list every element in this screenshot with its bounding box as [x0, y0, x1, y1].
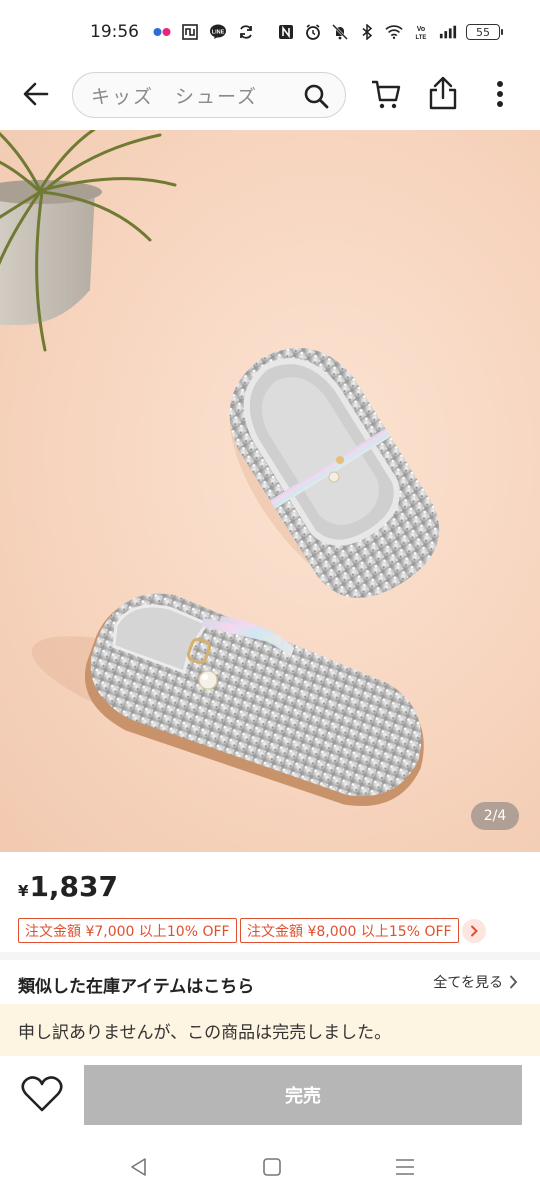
status-right-icons: Vo LTE 55 — [277, 23, 503, 41]
top-bar: キッズ シューズ — [0, 64, 540, 130]
cart-icon[interactable] — [370, 78, 402, 110]
signal-icon — [439, 23, 457, 41]
flickr-icon — [153, 23, 171, 41]
search-icon[interactable] — [303, 83, 329, 109]
bottom-action-bar: 完売 — [0, 1056, 540, 1136]
price-value: 1,837 — [29, 870, 119, 903]
media-icon — [181, 23, 199, 41]
price-currency: ¥ — [18, 882, 29, 900]
share-icon[interactable] — [427, 76, 459, 110]
chevron-right-icon — [510, 975, 518, 989]
search-query: キッズ シューズ — [91, 85, 259, 108]
nav-recent-icon[interactable] — [394, 1157, 416, 1177]
see-all-link[interactable]: 全てを見る — [433, 972, 518, 992]
similar-items-title: 類似した在庫アイテムはこちら — [18, 977, 255, 997]
nav-home-icon[interactable] — [262, 1157, 282, 1177]
image-counter: 2/4 — [471, 802, 519, 830]
product-image[interactable]: 2/4 — [0, 130, 540, 852]
coupon-more-button[interactable] — [462, 919, 486, 943]
back-arrow-icon — [23, 82, 49, 106]
nav-back-icon[interactable] — [128, 1156, 150, 1178]
product-photo — [0, 130, 440, 807]
search-input[interactable]: キッズ シューズ — [72, 72, 346, 118]
section-divider — [0, 952, 540, 960]
price: ¥ 1,837 — [18, 870, 118, 903]
more-dot-icon — [497, 101, 503, 107]
coupon-badge-2[interactable]: 注文金額 ¥8,000 以上15% OFF — [240, 918, 459, 943]
similar-items-row[interactable]: 類似した在庫アイテムはこちら 全てを見る — [0, 960, 540, 1004]
sync-icon — [237, 23, 255, 41]
soldout-button[interactable]: 完売 — [84, 1065, 522, 1125]
status-time: 19:56 — [90, 22, 139, 42]
status-bar: 19:56 LINE Vo LTE 55 — [0, 0, 540, 64]
nfc-icon — [277, 23, 295, 41]
mute-icon — [331, 23, 349, 41]
alarm-icon — [304, 23, 322, 41]
soldout-notice: 申し訳ありませんが、この商品は完売しました。 — [0, 1004, 540, 1056]
battery-icon: 55 — [466, 24, 503, 40]
see-all-label: 全てを見る — [433, 975, 503, 991]
back-button[interactable] — [18, 76, 54, 112]
status-left-icons: LINE — [153, 23, 255, 41]
system-nav-bar — [0, 1136, 540, 1200]
svg-text:LINE: LINE — [212, 30, 225, 36]
volte-icon: Vo LTE — [412, 23, 430, 41]
more-dot-icon — [497, 91, 503, 97]
more-options-button[interactable] — [490, 78, 510, 110]
line-icon: LINE — [209, 23, 227, 41]
more-dot-icon — [497, 81, 503, 87]
wishlist-heart-icon[interactable] — [20, 1074, 64, 1114]
wifi-icon — [385, 23, 403, 41]
svg-text:Vo: Vo — [417, 26, 425, 33]
svg-text:LTE: LTE — [416, 35, 427, 40]
coupon-badge-1[interactable]: 注文金額 ¥7,000 以上10% OFF — [18, 918, 237, 943]
price-area: ¥ 1,837 注文金額 ¥7,000 以上10% OFF 注文金額 ¥8,00… — [0, 852, 540, 952]
bluetooth-icon — [358, 23, 376, 41]
chevron-right-icon — [471, 925, 478, 937]
